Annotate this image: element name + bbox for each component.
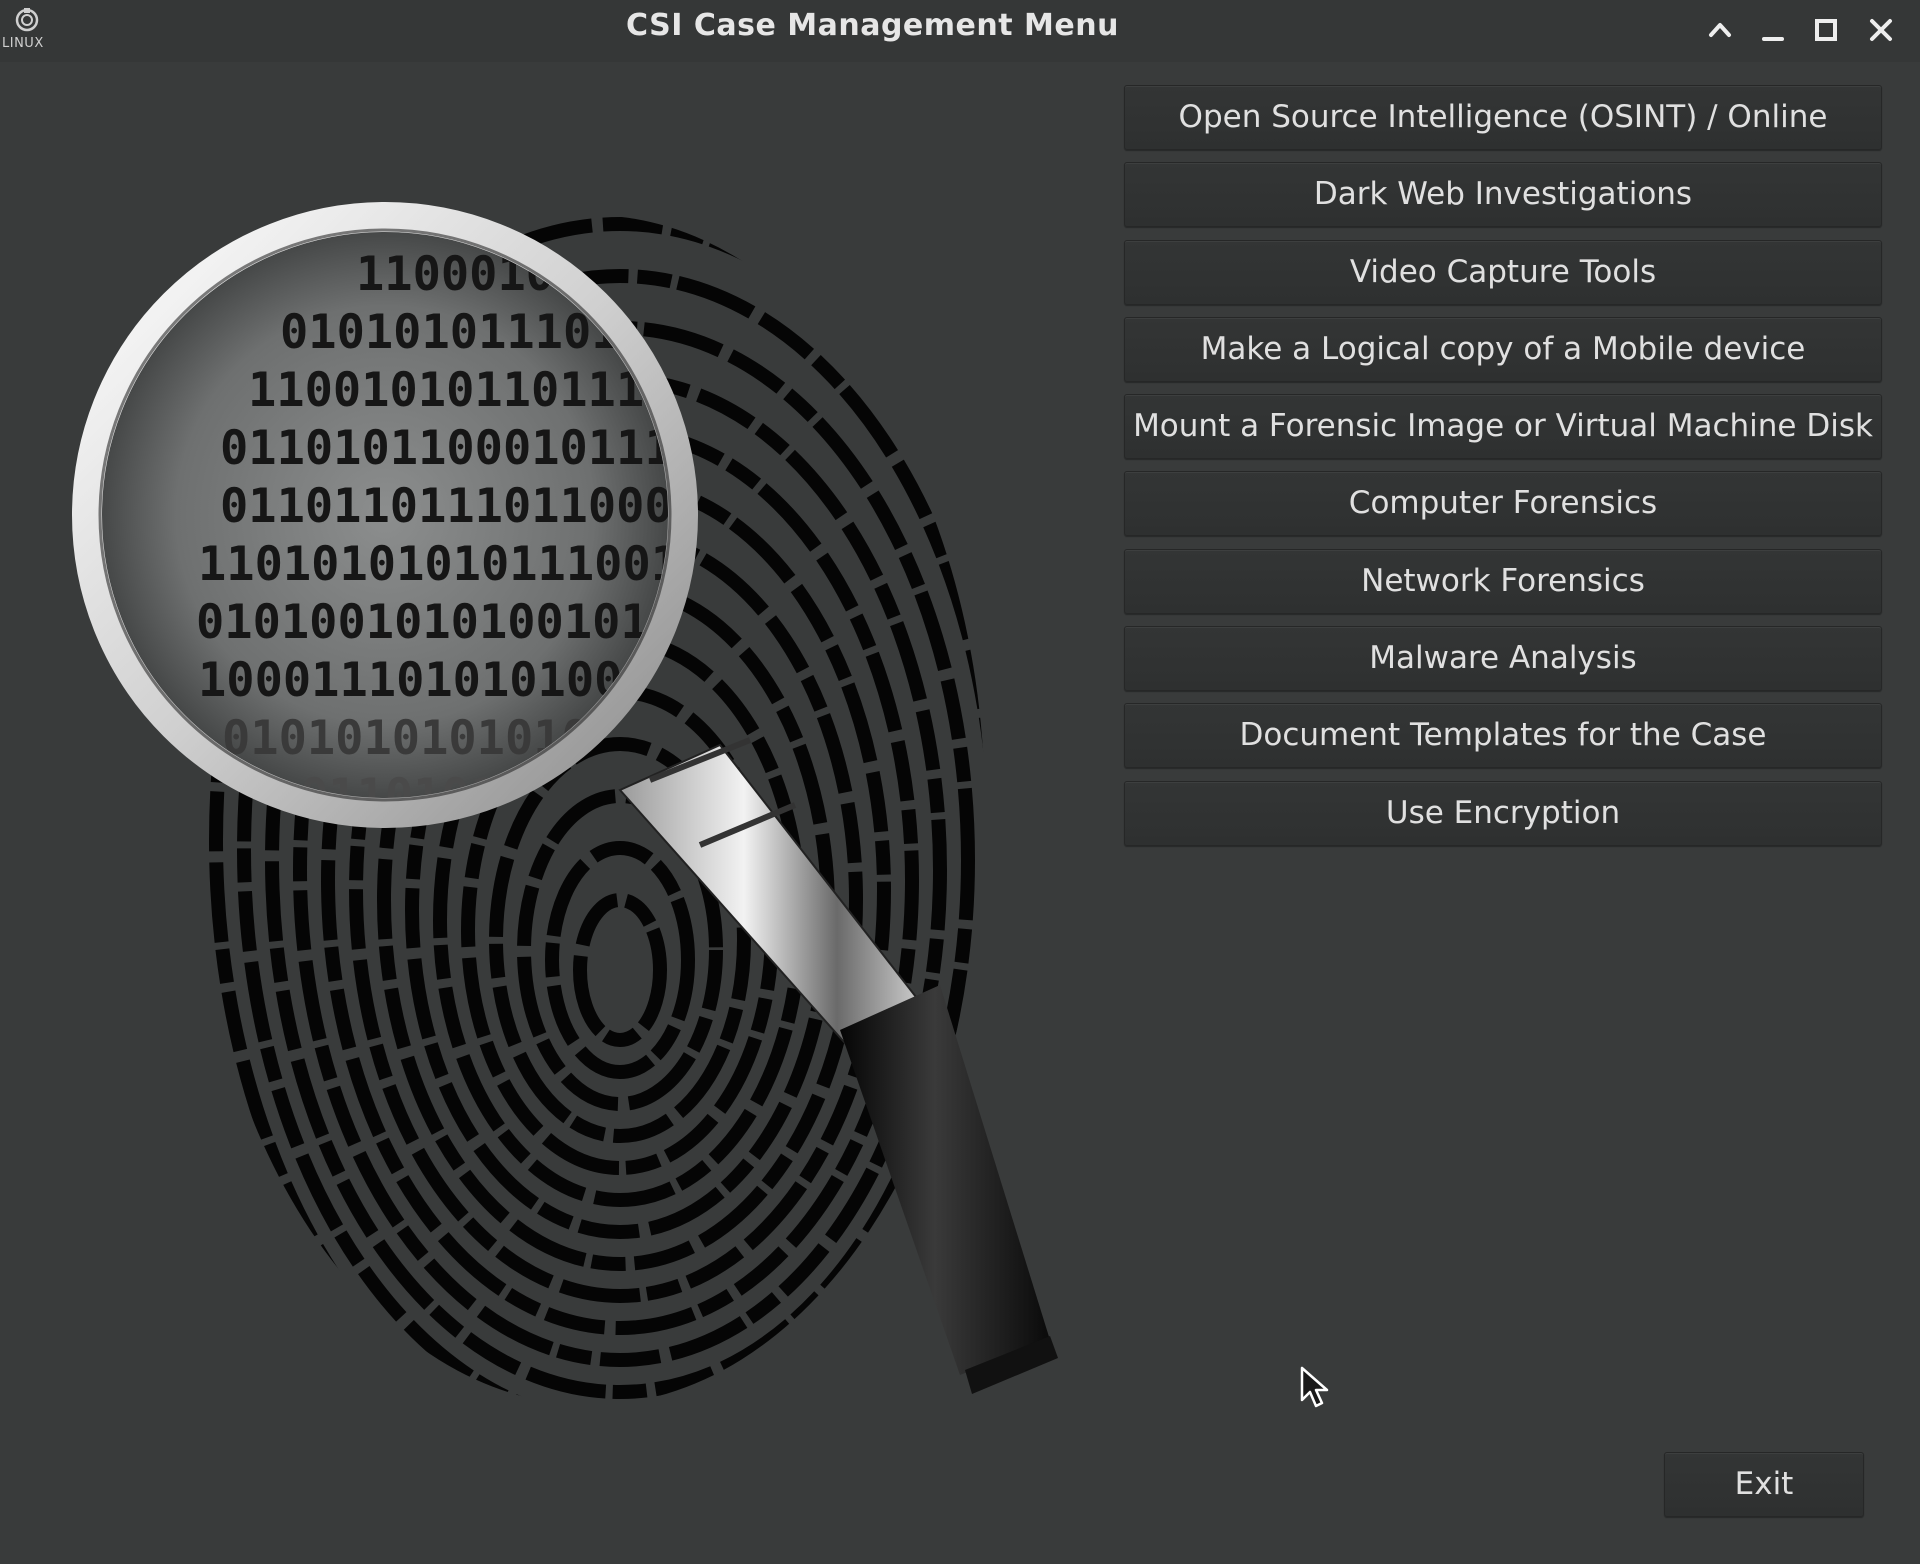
- computer-forensics-button[interactable]: Computer Forensics: [1124, 471, 1882, 537]
- minimize-icon[interactable]: [1753, 10, 1793, 50]
- maximize-icon[interactable]: [1806, 10, 1846, 50]
- document-templates-button[interactable]: Document Templates for the Case: [1124, 703, 1882, 769]
- exit-button[interactable]: Exit: [1664, 1452, 1864, 1517]
- chevron-up-icon[interactable]: [1700, 10, 1740, 50]
- magnifier-lens: 11000101 0101010111010 1100101011011100 …: [72, 202, 707, 828]
- title-bar[interactable]: LINUX CSI Case Management Menu: [0, 0, 1920, 62]
- mouse-cursor-icon: [1300, 1366, 1329, 1408]
- binary-line: 01101011000101110: [220, 421, 701, 476]
- mobile-copy-button[interactable]: Make a Logical copy of a Mobile device: [1124, 316, 1882, 382]
- video-capture-button[interactable]: Video Capture Tools: [1124, 239, 1882, 305]
- close-icon[interactable]: [1861, 10, 1901, 50]
- malware-analysis-button[interactable]: Malware Analysis: [1124, 626, 1882, 692]
- fingerprint-magnifier-illustration: 11000101 0101010111010 1100101011011100 …: [72, 202, 1058, 1405]
- mount-image-button[interactable]: Mount a Forensic Image or Virtual Machin…: [1124, 394, 1882, 460]
- window-title: CSI Case Management Menu: [626, 8, 1119, 43]
- binary-line: 010100101010010101: [196, 595, 705, 650]
- osint-button[interactable]: Open Source Intelligence (OSINT) / Onlin…: [1124, 85, 1882, 150]
- network-forensics-button[interactable]: Network Forensics: [1124, 548, 1882, 614]
- dark-web-button[interactable]: Dark Web Investigations: [1124, 162, 1882, 228]
- main-menu: Open Source Intelligence (OSINT) / Onlin…: [1124, 85, 1882, 858]
- binary-line: 110101010101110010: [198, 537, 707, 592]
- app-window: LINUX CSI Case Management Menu 11000101 …: [0, 0, 1920, 1564]
- binary-line: 01101101110110000: [220, 479, 701, 534]
- encryption-button[interactable]: Use Encryption: [1124, 780, 1882, 846]
